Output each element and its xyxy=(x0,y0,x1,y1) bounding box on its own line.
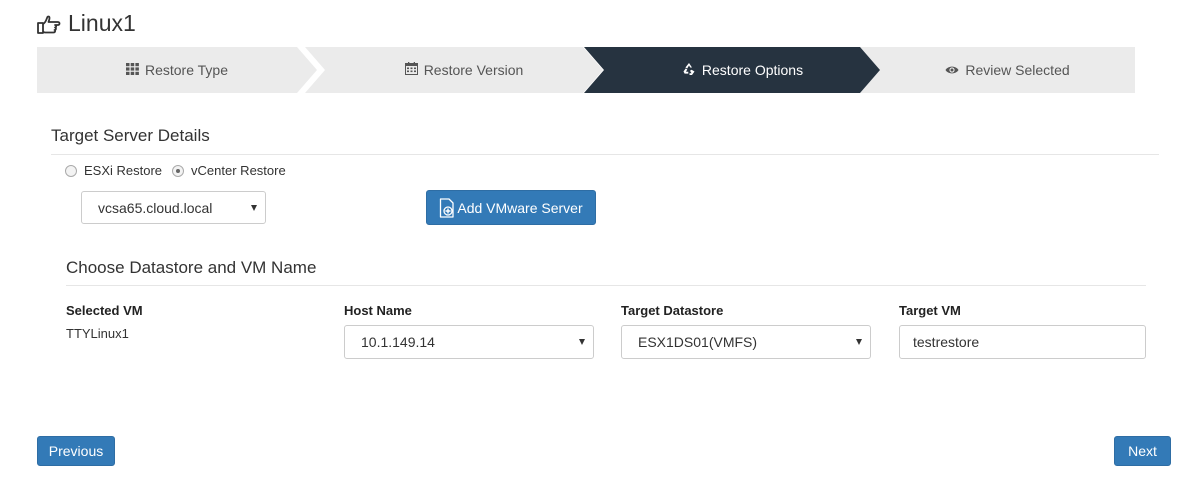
selected-vm-value: TTYLinux1 xyxy=(66,326,129,341)
grid-icon xyxy=(125,62,139,78)
button-label: Previous xyxy=(48,443,104,459)
radio-esxi-restore[interactable]: ESXi Restore xyxy=(65,163,162,178)
target-vm-input[interactable] xyxy=(899,325,1146,359)
radio-button-checked[interactable] xyxy=(172,164,185,177)
section-divider xyxy=(51,154,1159,155)
step-label: Restore Options xyxy=(701,62,804,78)
section-divider xyxy=(66,285,1146,286)
add-vmware-server-button[interactable]: Add VMware Server xyxy=(426,190,596,225)
select-value: 10.1.149.14 xyxy=(361,334,435,350)
page-title-text: Linux1 xyxy=(68,10,136,36)
chevron-down-icon xyxy=(856,339,862,345)
chevron-down-icon xyxy=(251,204,257,211)
step-restore-options[interactable]: Restore Options xyxy=(584,47,881,93)
restore-mode-radio-group: ESXi Restore vCenter Restore xyxy=(65,163,296,178)
col-target-datastore: Target Datastore xyxy=(621,303,724,318)
button-label: Add VMware Server xyxy=(457,199,583,216)
host-name-select[interactable]: 10.1.149.14 xyxy=(344,325,594,359)
step-restore-type[interactable]: Restore Type xyxy=(37,47,317,93)
radio-button[interactable] xyxy=(65,164,77,177)
step-label: Review Selected xyxy=(965,62,1070,78)
recycle-icon xyxy=(682,62,696,79)
vcenter-server-select[interactable]: vcsa65.cloud.local xyxy=(81,191,266,224)
eye-icon xyxy=(945,62,959,78)
chevron-down-icon xyxy=(579,339,585,345)
next-button[interactable]: Next xyxy=(1114,436,1171,466)
radio-vcenter-restore[interactable]: vCenter Restore xyxy=(172,163,286,178)
col-host-name: Host Name xyxy=(344,303,412,318)
step-label: Restore Type xyxy=(144,62,228,78)
page-title: Linux1 xyxy=(36,10,136,37)
target-datastore-select[interactable]: ESX1DS01(VMFS) xyxy=(621,325,871,359)
previous-button[interactable]: Previous xyxy=(37,436,115,466)
calendar-icon xyxy=(404,62,418,78)
wizard-steps: Restore Type Restore Version Restore Opt… xyxy=(37,47,1135,93)
step-review-selected[interactable]: Review Selected xyxy=(860,47,1135,93)
col-selected-vm: Selected VM xyxy=(66,303,143,318)
hand-pointing-icon xyxy=(36,13,62,35)
radio-label: vCenter Restore xyxy=(191,163,286,178)
col-target-vm: Target VM xyxy=(899,303,961,318)
step-label: Restore Version xyxy=(423,62,524,78)
add-server-icon xyxy=(439,197,455,218)
radio-label: ESXi Restore xyxy=(84,163,163,178)
select-value: vcsa65.cloud.local xyxy=(98,199,213,216)
datastore-heading: Choose Datastore and VM Name xyxy=(66,258,317,277)
button-label: Next xyxy=(1128,443,1157,459)
target-server-heading: Target Server Details xyxy=(51,126,210,145)
select-value: ESX1DS01(VMFS) xyxy=(638,334,758,350)
step-restore-version[interactable]: Restore Version xyxy=(305,47,603,93)
